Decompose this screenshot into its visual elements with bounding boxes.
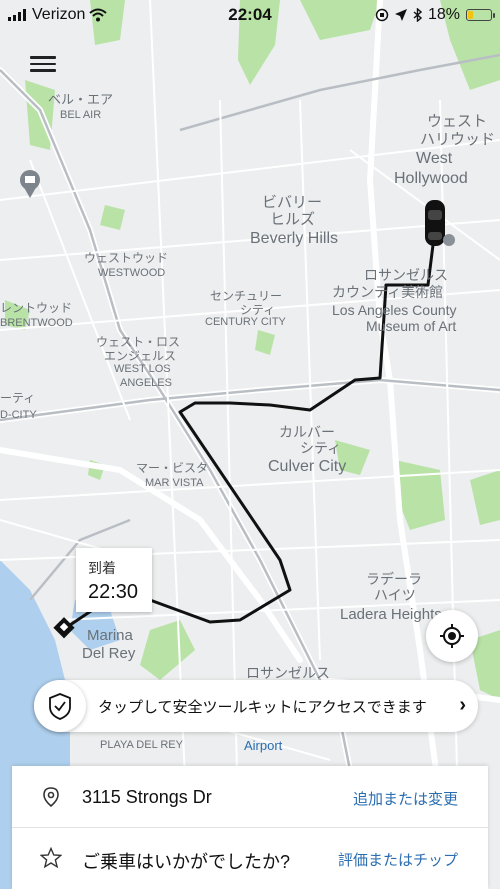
menu-button[interactable] xyxy=(30,52,56,72)
rating-prompt: ご乗車はいかがでしたか? xyxy=(82,852,291,872)
label-hollywood: Hollywood xyxy=(394,170,468,187)
status-bar: Verizon 22:04 18% xyxy=(0,0,500,30)
label-lacma1: Los Angeles County xyxy=(332,302,457,318)
label-city-jp: ーティ xyxy=(0,391,35,405)
eta-label: 到着 xyxy=(88,560,116,576)
safety-toolkit-button[interactable]: タップして安全ツールキットにアクセスできます › xyxy=(34,680,478,732)
label-century-city-jp1: センチュリー xyxy=(210,289,282,303)
status-right: 18% xyxy=(375,6,495,24)
car-icon xyxy=(425,200,445,246)
rating-row[interactable]: ご乗車はいかがでしたか? 評価またはチップ xyxy=(12,827,488,888)
label-culver-city: Culver City xyxy=(268,458,346,475)
label-beverly-hills-jp2: ヒルズ xyxy=(270,211,315,228)
label-westwood-jp: ウェストウッド xyxy=(84,251,168,265)
poi-marker xyxy=(443,234,455,246)
map[interactable]: ベル・エア BEL AIR ウェスト ハリウッド West Hollywood … xyxy=(0,0,500,889)
label-city: D-CITY xyxy=(0,409,37,421)
location-pin-icon xyxy=(43,787,59,808)
label-lacma-jp1: ロサンゼルス xyxy=(364,267,448,283)
bluetooth-icon xyxy=(413,8,422,22)
star-icon xyxy=(40,847,62,869)
label-west-la2: ANGELES xyxy=(120,377,172,389)
hamburger-icon xyxy=(30,56,56,59)
label-ladera-jp1: ラデーラ xyxy=(366,571,422,587)
eta-time: 22:30 xyxy=(88,581,139,603)
label-century-city-jp2: シティ xyxy=(240,303,275,317)
location-arrow-icon xyxy=(394,9,407,21)
label-bel-air-jp: ベル・エア xyxy=(48,92,113,107)
trip-card: 3115 Strongs Dr 追加または変更 ご乗車はいかがでしたか? 評価ま… xyxy=(12,766,488,889)
rate-or-tip-link[interactable]: 評価またはチップ xyxy=(338,849,458,870)
label-west-hollywood-jp2: ハリウッド xyxy=(420,131,495,148)
label-marina2: Del Rey xyxy=(82,645,136,662)
orientation-lock-icon xyxy=(375,8,389,22)
label-century-city: CENTURY CITY xyxy=(205,316,287,328)
label-playa: PLAYA DEL REY xyxy=(100,739,184,751)
label-beverly-hills-jp1: ビバリー xyxy=(262,194,322,211)
label-brentwood-jp: レントウッド xyxy=(0,301,72,315)
safety-text: タップして安全ツールキットにアクセスできます xyxy=(98,699,427,716)
label-ladera-jp2: ハイツ xyxy=(374,587,416,603)
recenter-button[interactable] xyxy=(426,610,478,662)
label-west-hollywood-jp1: ウェスト xyxy=(427,113,487,130)
destination-address: 3115 Strongs Dr xyxy=(82,787,212,807)
label-bel-air: BEL AIR xyxy=(60,109,101,121)
label-marina1: Marina xyxy=(87,627,134,644)
label-culver-city-jp2: シティ xyxy=(300,440,341,456)
crosshair-icon xyxy=(440,624,464,648)
label-beverly-hills: Beverly Hills xyxy=(250,230,338,247)
label-west: West xyxy=(416,150,453,167)
battery-percent: 18% xyxy=(427,6,460,23)
label-west-la1: WEST LOS xyxy=(114,363,171,375)
chevron-right-icon: › xyxy=(459,694,466,716)
label-mar-vista-jp: マー・ビスタ xyxy=(136,461,208,475)
add-or-change-link[interactable]: 追加または変更 xyxy=(353,788,458,809)
shield-check-icon xyxy=(34,680,86,732)
battery-icon xyxy=(466,9,495,21)
label-lacma2: Museum of Art xyxy=(366,318,456,334)
label-westwood: WESTWOOD xyxy=(98,267,165,279)
label-culver-city-jp1: カルバー xyxy=(279,424,335,440)
label-mar-vista: MAR VISTA xyxy=(145,477,204,489)
label-west-la-jp2: エンジェルス xyxy=(104,349,176,363)
destination-row[interactable]: 3115 Strongs Dr 追加または変更 xyxy=(12,766,488,828)
label-airport: Airport xyxy=(244,738,283,753)
eta-card: 到着 22:30 xyxy=(76,548,152,612)
label-brentwood: BRENTWOOD xyxy=(0,317,73,329)
label-west-la-jp1: ウェスト・ロス xyxy=(96,335,180,349)
label-los-angeles-jp: ロサンゼルス xyxy=(246,665,330,681)
label-lacma-jp2: カウンティ美術館 xyxy=(332,284,443,300)
